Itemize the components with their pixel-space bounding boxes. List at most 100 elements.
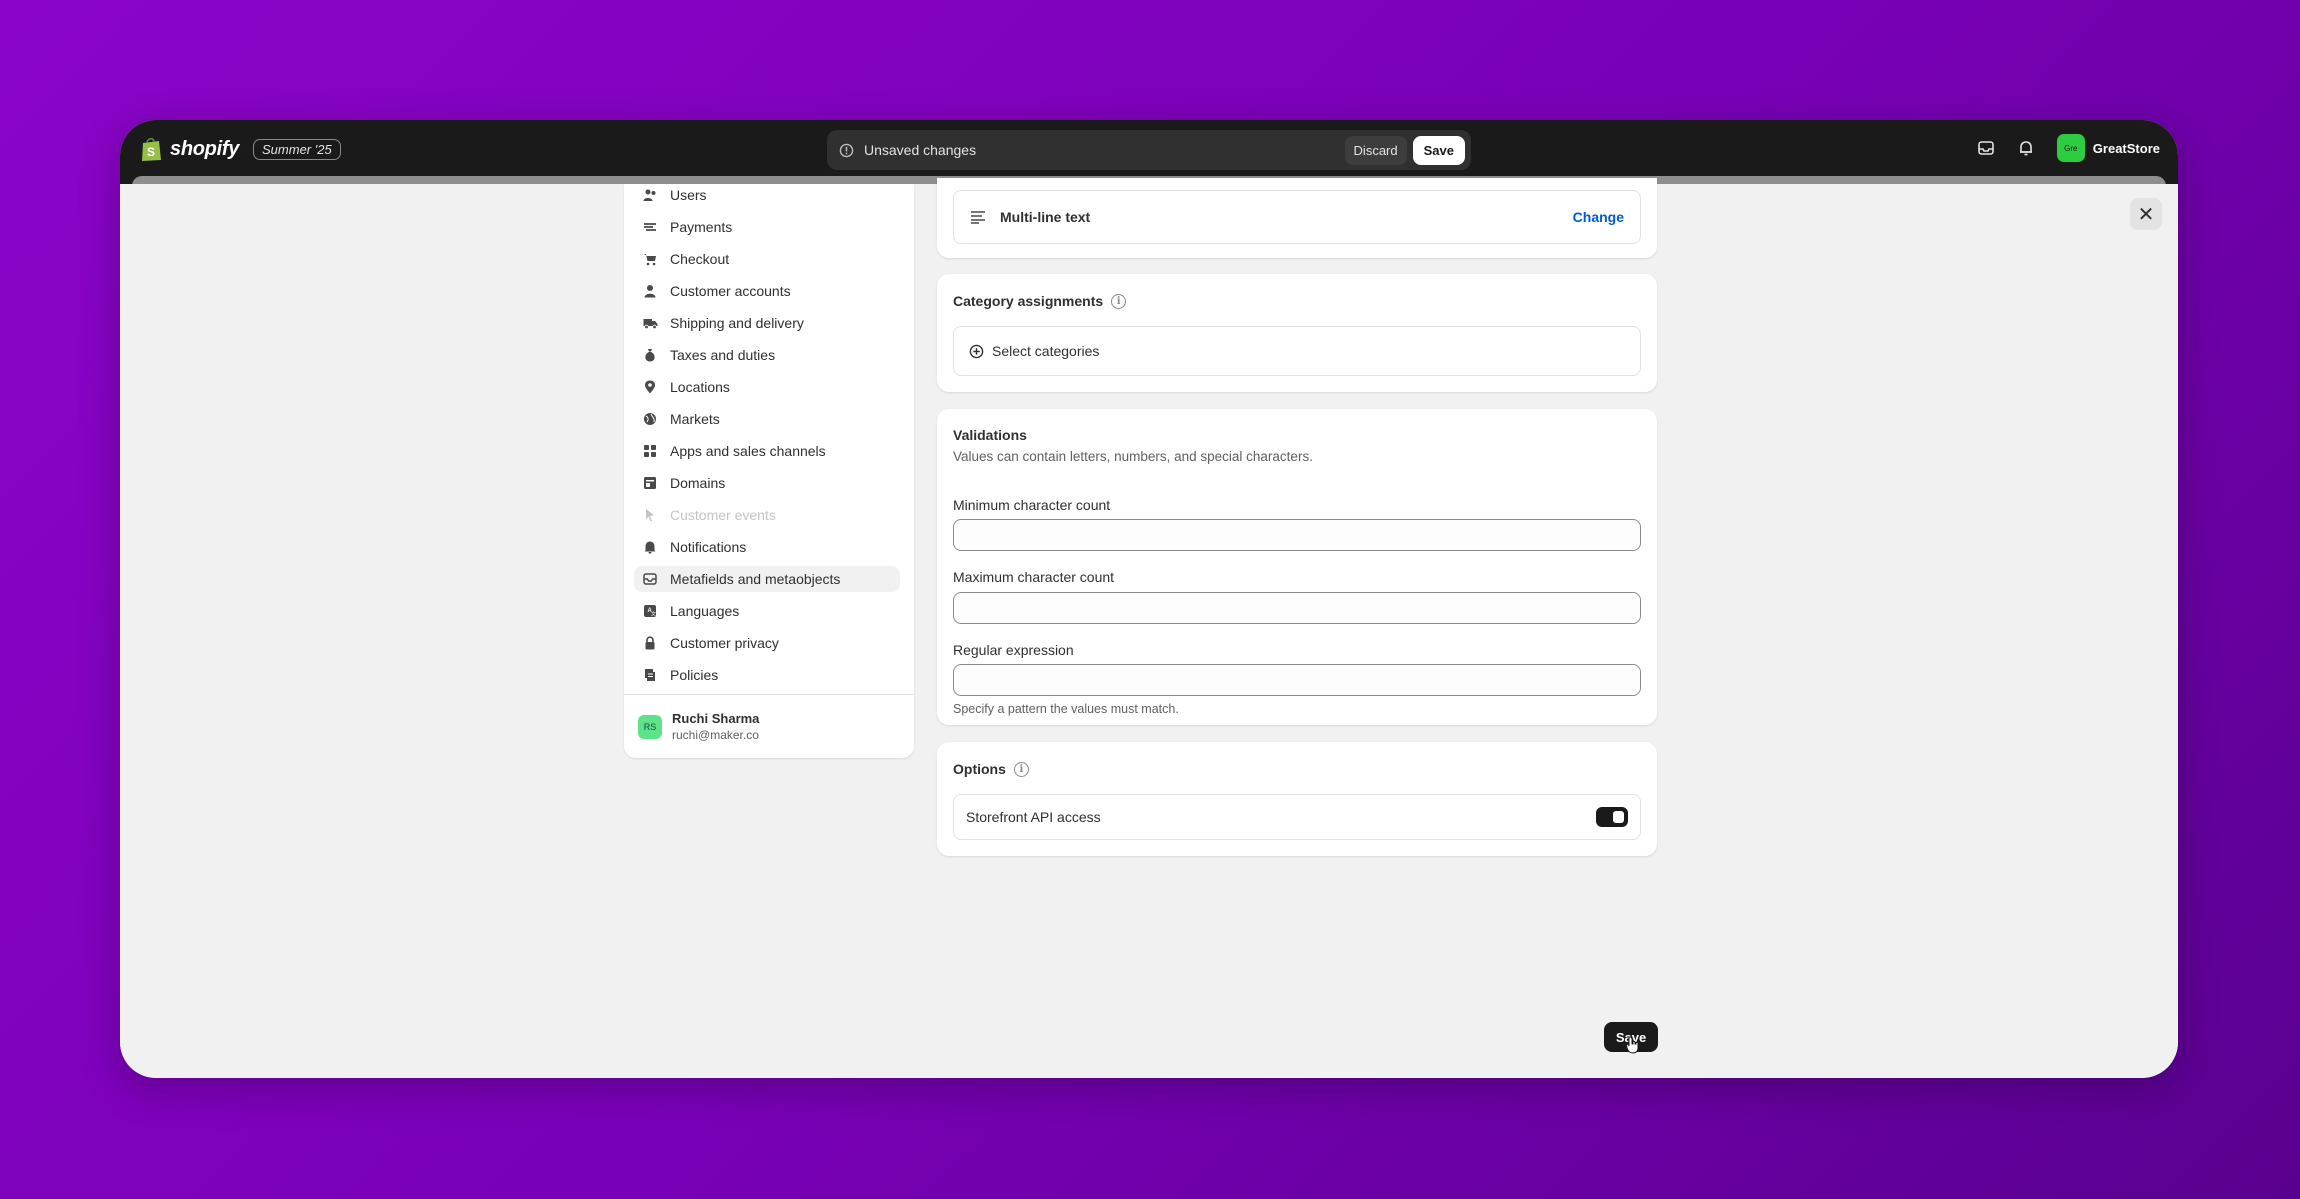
svg-text:文: 文 [651,611,656,618]
sidebar-item-label: Customer events [670,507,776,523]
store-switcher[interactable]: Gre GreatStore [2056,134,2160,162]
regex-label: Regular expression [953,642,1074,658]
current-user[interactable]: RS Ruchi Sharma ruchi@maker.co [624,694,914,758]
category-card-title: Category assignments i [953,293,1127,309]
sidebar-item-taxes[interactable]: Taxes and duties [634,342,900,368]
sidebar-item-label: Markets [670,411,720,427]
min-count-label: Minimum character count [953,497,1111,513]
bell-icon[interactable] [2017,139,2035,157]
max-count-label: Maximum character count [953,569,1115,585]
max-count-input[interactable] [953,592,1641,624]
options-card: Options i Storefront API access [937,742,1657,856]
sidebar-item-policies[interactable]: Policies [634,662,900,688]
top-right-actions: Gre GreatStore [1977,134,2160,162]
info-icon[interactable]: i [1111,293,1127,309]
select-categories-button[interactable]: Select categories [953,326,1641,376]
sidebar-item-payments[interactable]: Payments [634,214,900,240]
category-assignments-card: Category assignments i Select categories [937,274,1657,392]
sidebar-item-metafields[interactable]: Metafields and metaobjects [634,566,900,592]
metafields-icon [642,571,658,587]
cart-icon [642,251,658,267]
min-count-input[interactable] [953,519,1641,551]
sidebar-item-domains[interactable]: Domains [634,470,900,496]
sidebar-item-markets[interactable]: Markets [634,406,900,432]
storefront-api-label: Storefront API access [966,809,1101,825]
person-icon [642,283,658,299]
sidebar-item-shipping[interactable]: Shipping and delivery [634,310,900,336]
location-pin-icon [642,379,658,395]
user-info: Ruchi Sharma ruchi@maker.co [672,711,759,742]
select-categories-label: Select categories [992,343,1100,359]
sidebar-item-label: Payments [670,219,733,235]
policy-icon [642,667,658,683]
inbox-icon[interactable] [1977,139,1995,157]
sidebar-item-users[interactable]: Users [634,182,900,208]
sidebar-item-label: Policies [670,667,719,683]
validations-title: Validations [953,427,1027,443]
type-label: Multi-line text [1000,209,1091,225]
sidebar-item-label: Domains [670,475,726,491]
options-card-title: Options i [953,761,1029,777]
sidebar-item-customer-privacy[interactable]: Customer privacy [634,630,900,656]
sidebar-item-label: Checkout [670,251,730,267]
sidebar-item-label: Metafields and metaobjects [670,571,841,587]
plus-circle-icon [969,344,984,358]
sidebar-item-label: Customer accounts [670,283,791,299]
domain-icon [642,475,658,491]
edition-badge[interactable]: Summer '25 [253,138,341,160]
sidebar-item-label: Users [670,187,707,203]
sidebar-item-locations[interactable]: Locations [634,374,900,400]
options-title-text: Options [953,761,1006,777]
storefront-api-toggle[interactable] [1596,807,1628,827]
close-icon: ✕ [2137,203,2155,226]
unsaved-changes-text: Unsaved changes [864,142,977,158]
settings-sidebar: Users Payments Checkout Customer account… [624,184,914,758]
truck-icon [642,315,658,331]
app-window: S shopify Summer '25 Unsaved changes Dis… [120,120,2178,1078]
sidebar-item-customer-events: Customer events [634,502,900,528]
info-icon[interactable]: i [1013,761,1029,777]
sidebar-item-label: Apps and sales channels [670,443,826,459]
sidebar-item-label: Shipping and delivery [670,315,804,331]
users-icon [642,187,658,203]
mouse-cursor-icon [1626,1036,1639,1054]
shopify-bag-icon: S [142,137,161,161]
sidebar-item-label: Customer privacy [670,635,779,651]
user-name: Ruchi Sharma [672,711,760,726]
money-bag-icon [642,347,658,363]
type-selector: Multi-line text Change [953,190,1641,244]
sidebar-item-checkout[interactable]: Checkout [634,246,900,272]
sidebar-item-label: Languages [670,603,740,619]
regex-help-text: Specify a pattern the values must match. [953,702,1179,716]
sidebar-item-label: Notifications [670,539,747,555]
regex-input[interactable] [953,664,1641,696]
sidebar-item-label: Taxes and duties [670,347,776,363]
shopify-logo[interactable]: S shopify Summer '25 [140,136,341,162]
validations-card: Validations Values can contain letters, … [937,409,1657,725]
sidebar-item-languages[interactable]: A文 Languages [634,598,900,624]
text-align-icon [971,211,985,224]
store-avatar: Gre [2056,134,2085,162]
payments-icon [642,219,658,235]
user-email: ruchi@maker.co [672,728,759,742]
globe-icon [642,411,658,427]
sidebar-item-apps[interactable]: Apps and sales channels [634,438,900,464]
validations-description: Values can contain letters, numbers, and… [953,449,1313,464]
sidebar-item-label: Locations [670,379,730,395]
avatar: RS [638,714,662,739]
sidebar-item-notifications[interactable]: Notifications [634,534,900,560]
sidebar-item-customer-accounts[interactable]: Customer accounts [634,278,900,304]
close-button[interactable]: ✕ [2130,198,2162,230]
cursor-icon [642,507,658,523]
change-type-link[interactable]: Change [1573,209,1624,225]
language-icon: A文 [642,603,658,619]
save-button-top[interactable]: Save [1412,135,1465,165]
store-name: GreatStore [2092,140,2160,156]
logo-wordmark: shopify [170,137,240,160]
unsaved-changes-bar: Unsaved changes Discard Save [827,130,1471,170]
lock-icon [642,635,658,651]
storefront-api-row: Storefront API access [953,794,1641,840]
apps-icon [642,443,658,459]
category-title-text: Category assignments [953,293,1104,309]
discard-button[interactable]: Discard [1344,135,1407,165]
